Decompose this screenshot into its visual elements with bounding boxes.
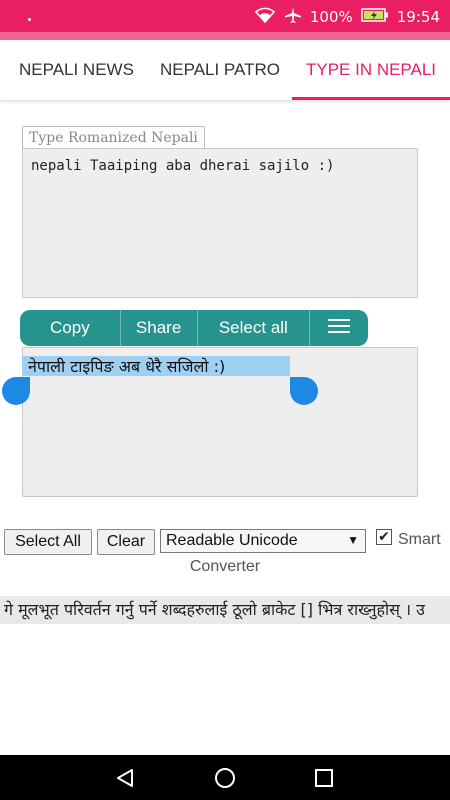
tab-label: TYPE IN NEPALI xyxy=(305,60,437,79)
select-all-button-label: Select All xyxy=(15,533,81,550)
input-legend: Type Romanized Nepali xyxy=(22,126,205,149)
dropdown-arrow-icon: ▼ xyxy=(347,533,359,547)
tab-type-in-nepali[interactable]: TYPE IN NEPALI xyxy=(292,40,450,100)
recents-icon[interactable] xyxy=(309,763,339,793)
select-all-button[interactable]: Select All xyxy=(4,529,92,555)
notification-dot xyxy=(28,18,31,21)
hint-marquee: गे मूलभूत परिवर्तन गर्नु पर्ने शब्दहरुला… xyxy=(0,596,450,624)
romanized-input[interactable]: nepali Taaiping aba dherai sajilo :) xyxy=(22,148,418,298)
tab-label: NEPALI NEWS xyxy=(19,60,134,79)
share-label: Share xyxy=(135,318,182,337)
copy-label: Copy xyxy=(50,318,90,337)
romanized-input-text: nepali Taaiping aba dherai sajilo :) xyxy=(31,158,335,174)
encoding-selected-value: Readable Unicode xyxy=(166,532,298,549)
overflow-menu-button[interactable] xyxy=(310,310,368,346)
back-icon[interactable] xyxy=(110,763,140,793)
clear-button-label: Clear xyxy=(106,533,146,550)
airplane-mode-icon xyxy=(284,6,302,28)
converter-label: Converter xyxy=(189,558,261,575)
active-tab-indicator xyxy=(292,97,450,100)
status-bar: 100% 19:54 xyxy=(0,0,450,32)
battery-percent: 100% xyxy=(309,8,353,26)
copy-button[interactable]: Copy xyxy=(20,310,121,346)
text-selection-toolbar: Copy Share Select all xyxy=(20,310,368,346)
smart-converter-checkbox[interactable]: ✔ xyxy=(376,529,392,545)
wifi-icon xyxy=(254,6,276,28)
tab-bar: NEPALI NEWS NEPALI PATRO TYPE IN NEPALI xyxy=(0,40,450,100)
tab-nepali-news[interactable]: NEPALI NEWS xyxy=(19,40,134,100)
status-accent-line xyxy=(0,32,450,40)
select-all-menu-button[interactable]: Select all xyxy=(198,310,311,346)
share-button[interactable]: Share xyxy=(121,310,198,346)
smart-label: Smart xyxy=(398,531,441,548)
select-all-label: Select all xyxy=(218,318,288,337)
home-icon[interactable] xyxy=(210,763,240,793)
clock-time: 19:54 xyxy=(396,8,440,26)
tab-nepali-patro[interactable]: NEPALI PATRO xyxy=(160,40,280,100)
hamburger-menu-icon xyxy=(328,318,351,339)
selection-handle-right[interactable] xyxy=(290,377,318,405)
hint-marquee-text: गे मूलभूत परिवर्तन गर्नु पर्ने शब्दहरुला… xyxy=(4,600,425,619)
clear-button[interactable]: Clear xyxy=(97,529,155,555)
tab-label: NEPALI PATRO xyxy=(160,60,280,79)
selection-handle-left[interactable] xyxy=(2,377,30,405)
battery-charging-icon xyxy=(361,7,389,27)
navigation-bar xyxy=(0,755,450,800)
encoding-select[interactable]: Readable Unicode ▼ xyxy=(160,529,366,553)
nepali-output-text: नेपाली टाइपिङ अब धेरै सजिलो :) xyxy=(28,357,226,376)
